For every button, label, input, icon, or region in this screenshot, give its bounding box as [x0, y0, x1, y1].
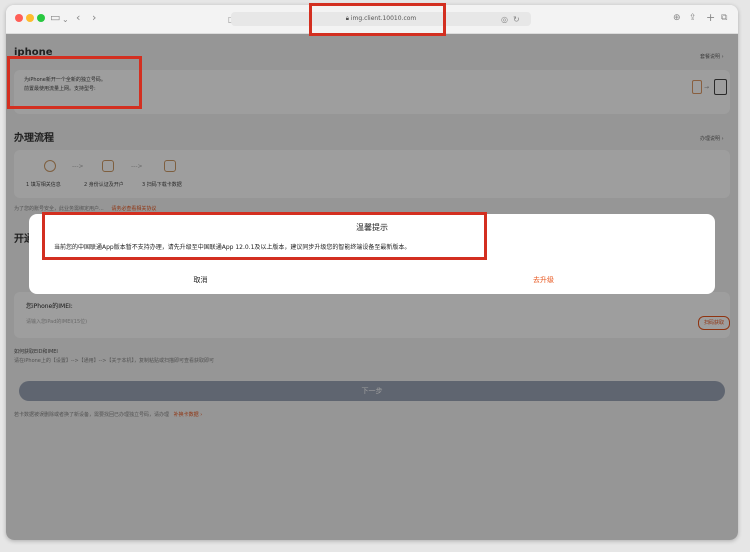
minimize-window-button[interactable] — [26, 14, 34, 22]
upgrade-dialog: 温馨提示 当前您的中国联通App版本暂不支持办理，请先升级至中国联通App 12… — [29, 214, 715, 294]
translate-icon[interactable]: ◎ — [501, 13, 508, 27]
new-tab-icon[interactable]: + — [706, 11, 715, 25]
reload-icon[interactable]: ↻ — [513, 13, 520, 27]
back-icon[interactable]: ‹ — [76, 11, 80, 25]
download-icon[interactable]: ⊕ — [673, 11, 681, 25]
zoom-window-button[interactable] — [37, 14, 45, 22]
share-icon[interactable]: ⇪ — [689, 11, 697, 25]
cancel-button[interactable]: 取消 — [29, 275, 372, 285]
forward-icon[interactable]: › — [92, 11, 96, 25]
chevron-down-icon[interactable]: ⌄ — [62, 13, 69, 27]
url-text: img.client.10010.com — [350, 15, 417, 22]
dialog-title: 温馨提示 — [356, 223, 388, 232]
dialog-message: 当前您的中国联通App版本暂不支持办理，请先升级至中国联通App 12.0.1及… — [54, 244, 411, 251]
browser-toolbar: ▭ ⌄ ‹ › ◫ 🔒︎ img.client.10010.com ◎ ↻ ⊕ … — [6, 5, 738, 34]
tab-overview-icon[interactable]: ⧉ — [721, 11, 727, 25]
address-bar[interactable]: 🔒︎ img.client.10010.com — [231, 12, 531, 26]
upgrade-button[interactable]: 去升级 — [372, 275, 715, 285]
lock-icon: 🔒︎ — [345, 15, 349, 22]
page-content: iphone 套餐说明 › 为iPhone新开一个全新的独立号码。 前置最使用流… — [6, 34, 738, 540]
browser-window: ▭ ⌄ ‹ › ◫ 🔒︎ img.client.10010.com ◎ ↻ ⊕ … — [6, 5, 738, 540]
close-window-button[interactable] — [15, 14, 23, 22]
sidebar-icon[interactable]: ▭ — [50, 11, 60, 25]
